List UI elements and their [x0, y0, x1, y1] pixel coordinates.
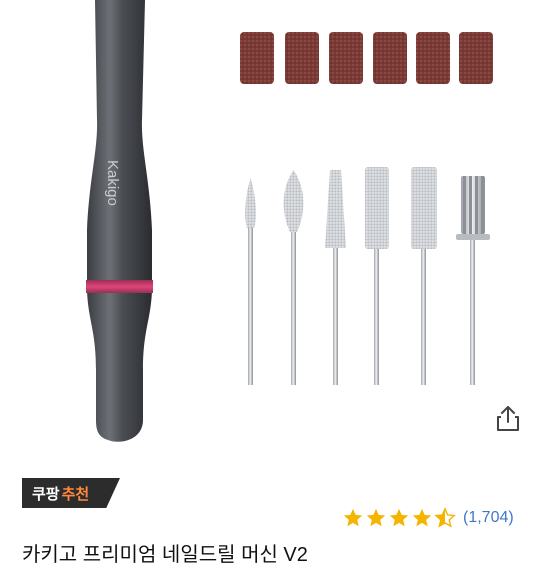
drill-bits [245, 167, 490, 385]
star-icon [389, 508, 409, 527]
drill-pen: Kakigo [86, 0, 153, 442]
share-button[interactable] [488, 398, 528, 438]
brand-text: Kakigo [104, 160, 121, 206]
star-half-icon [434, 507, 456, 528]
product-image: Kakigo [0, 0, 553, 470]
star-icon [343, 508, 363, 527]
badge-label-coupang: 쿠팡 [32, 485, 60, 503]
badge-label-recommend: 추천 [61, 485, 90, 503]
sanding-bands [240, 32, 493, 84]
review-count-link[interactable]: (1,704) [463, 509, 514, 527]
star-icon [366, 508, 386, 527]
star-icon [412, 508, 432, 527]
nail-drill-illustration: Kakigo [86, 0, 493, 442]
share-icon [497, 406, 519, 431]
coupang-recommend-badge: 쿠팡 추천 [22, 478, 120, 508]
rating[interactable]: (1,704) [342, 505, 514, 531]
